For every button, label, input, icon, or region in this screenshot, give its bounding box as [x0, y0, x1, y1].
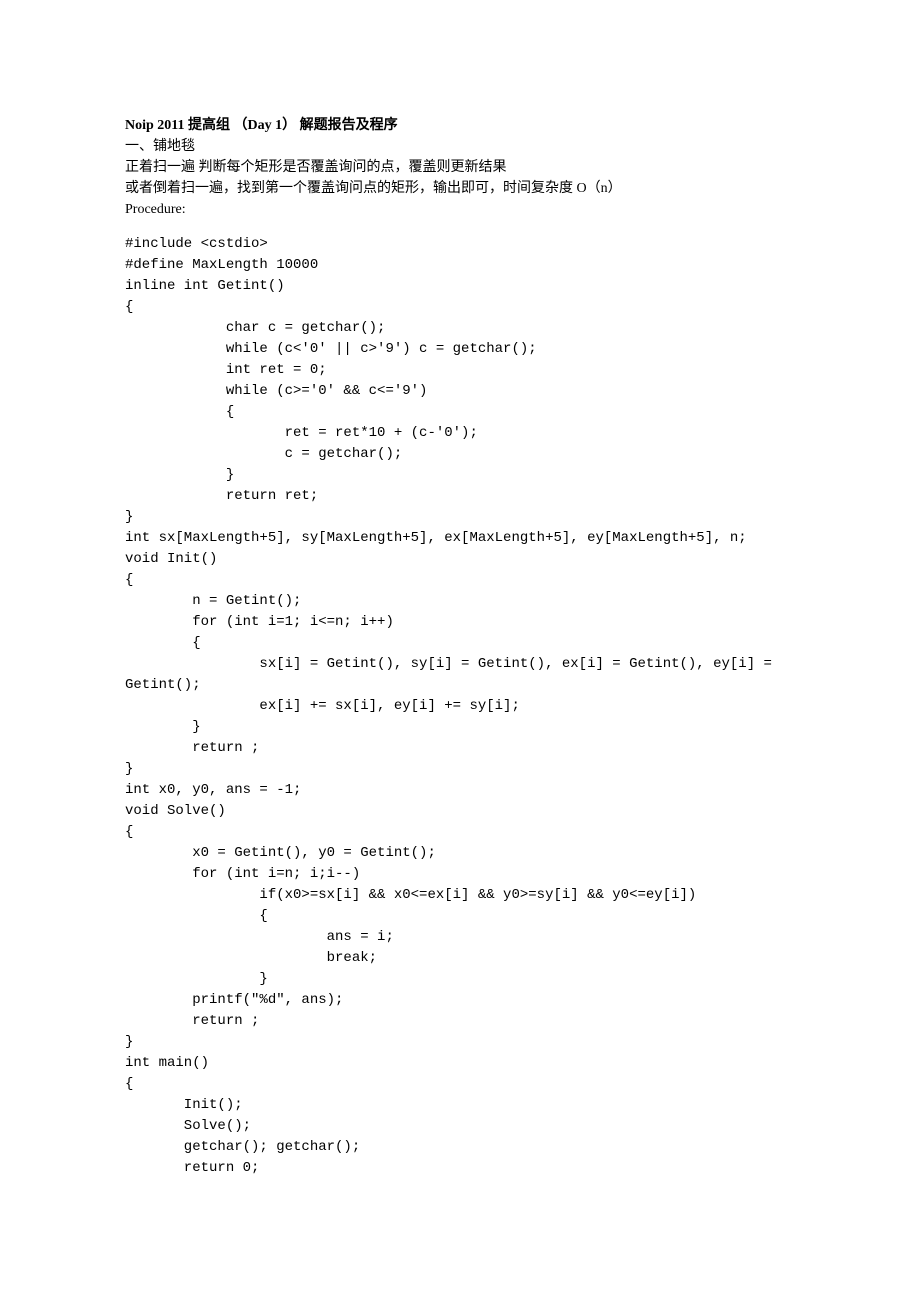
document-page: Noip 2011 提高组 （Day 1） 解题报告及程序 一、铺地毯 正着扫一… [0, 0, 920, 1302]
description-line-2: 或者倒着扫一遍，找到第一个覆盖询问点的矩形，输出即可，时间复杂度 O（n） [125, 178, 795, 199]
description-line-1: 正着扫一遍 判断每个矩形是否覆盖询问的点，覆盖则更新结果 [125, 157, 795, 178]
section-heading: 一、铺地毯 [125, 136, 795, 157]
blank-line [125, 220, 795, 234]
code-block: #include <cstdio> #define MaxLength 1000… [125, 234, 795, 1179]
procedure-label: Procedure: [125, 199, 795, 220]
document-title: Noip 2011 提高组 （Day 1） 解题报告及程序 [125, 115, 795, 136]
